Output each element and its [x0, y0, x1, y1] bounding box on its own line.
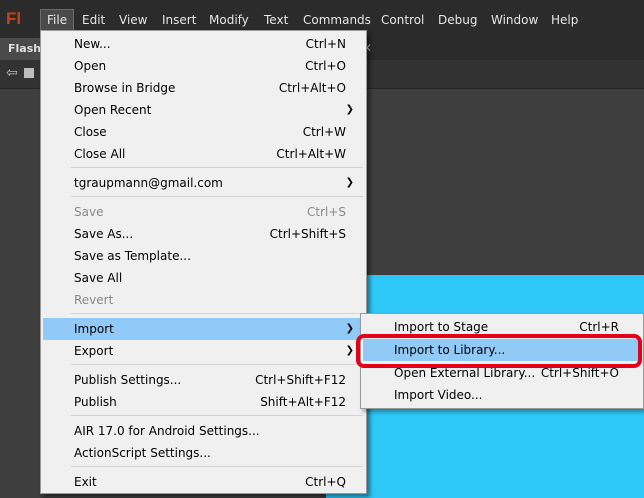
- menu-commands[interactable]: Commands: [297, 10, 377, 30]
- document-tab[interactable]: FlashV: [0, 38, 44, 60]
- menu-item-new[interactable]: New... Ctrl+N: [41, 33, 366, 55]
- menu-item-save-as[interactable]: Save As... Ctrl+Shift+S: [41, 223, 366, 245]
- menu-view[interactable]: View: [113, 10, 153, 30]
- menu-item-browse-in-bridge[interactable]: Browse in Bridge Ctrl+Alt+O: [41, 77, 366, 99]
- menu-separator: [71, 167, 363, 168]
- menu-item-label: Export: [74, 344, 114, 358]
- menu-item-save-as-template[interactable]: Save as Template...: [41, 245, 366, 267]
- menu-item-exit[interactable]: Exit Ctrl+Q: [41, 471, 366, 493]
- menu-item-import[interactable]: Import ❯: [43, 318, 364, 340]
- menu-separator: [71, 196, 363, 197]
- menu-item-label: Import to Stage: [394, 320, 489, 334]
- menu-item-label: Import: [74, 322, 114, 336]
- file-menu: New... Ctrl+N Open Ctrl+O Browse in Brid…: [40, 30, 367, 494]
- menu-item-import-to-library[interactable]: Import to Library...: [363, 339, 639, 361]
- chevron-right-icon: ❯: [345, 104, 354, 115]
- menu-window[interactable]: Window: [485, 10, 544, 30]
- back-arrow-icon[interactable]: ⇦: [6, 65, 18, 81]
- menu-separator: [71, 415, 363, 416]
- menu-item-label: Save: [74, 205, 104, 219]
- import-submenu: Import to Stage Ctrl+R Import to Library…: [360, 313, 644, 409]
- menu-item-label: Revert: [74, 293, 114, 307]
- menu-item-label: Browse in Bridge: [74, 81, 176, 95]
- menu-item-label: Open Recent: [74, 103, 152, 117]
- menu-item-revert: Revert: [41, 289, 366, 311]
- menu-item-close-all[interactable]: Close All Ctrl+Alt+W: [41, 143, 366, 165]
- chevron-right-icon: ❯: [345, 345, 354, 356]
- menu-item-label: Import Video...: [394, 388, 483, 402]
- menu-file[interactable]: File: [40, 9, 75, 31]
- menu-item-shortcut: Ctrl+Q: [305, 475, 346, 489]
- menu-item-publish[interactable]: Publish Shift+Alt+F12: [41, 391, 366, 413]
- menu-control[interactable]: Control: [375, 10, 430, 30]
- menu-item-shortcut: Ctrl+Shift+F12: [255, 373, 346, 387]
- menu-item-shortcut: Ctrl+Alt+O: [278, 81, 346, 95]
- menu-item-label: Open: [74, 59, 107, 73]
- menu-separator: [71, 364, 363, 365]
- menu-item-label: Save as Template...: [74, 249, 191, 263]
- menu-item-save-all[interactable]: Save All: [41, 267, 366, 289]
- menu-item-label: tgraupmann@gmail.com: [74, 176, 223, 190]
- menu-item-export[interactable]: Export ❯: [41, 340, 366, 362]
- chevron-right-icon: ❯: [345, 177, 354, 188]
- menu-item-account[interactable]: tgraupmann@gmail.com ❯: [41, 172, 366, 194]
- menu-item-save: Save Ctrl+S: [41, 201, 366, 223]
- menu-item-close[interactable]: Close Ctrl+W: [41, 121, 366, 143]
- menu-item-label: Close: [74, 125, 107, 139]
- flash-logo-icon: Fl: [6, 9, 22, 28]
- menu-item-label: Exit: [74, 475, 97, 489]
- menu-item-shortcut: Ctrl+O: [305, 59, 346, 73]
- menu-item-label: Import to Library...: [394, 343, 506, 357]
- menu-item-air-android-settings[interactable]: AIR 17.0 for Android Settings...: [41, 420, 366, 442]
- menu-item-shortcut: Ctrl+Shift+S: [269, 227, 346, 241]
- menu-item-shortcut: Ctrl+R: [579, 320, 619, 334]
- menu-item-label: New...: [74, 37, 111, 51]
- menu-item-open[interactable]: Open Ctrl+O: [41, 55, 366, 77]
- menu-item-actionscript-settings[interactable]: ActionScript Settings...: [41, 442, 366, 464]
- menu-debug[interactable]: Debug: [432, 10, 483, 30]
- menu-item-shortcut: Shift+Alt+F12: [260, 395, 346, 409]
- menu-item-shortcut: Ctrl+Shift+O: [540, 366, 619, 380]
- scene-icon[interactable]: [24, 68, 34, 78]
- menu-item-shortcut: Ctrl+S: [306, 205, 346, 219]
- menu-item-shortcut: Ctrl+W: [302, 125, 346, 139]
- menu-item-shortcut: Ctrl+Alt+W: [276, 147, 346, 161]
- menu-item-label: Save As...: [74, 227, 134, 241]
- menu-item-label: AIR 17.0 for Android Settings...: [74, 424, 260, 438]
- chevron-right-icon: ❯: [345, 323, 354, 334]
- menu-item-import-video[interactable]: Import Video...: [361, 384, 643, 406]
- menu-separator: [71, 313, 363, 314]
- menu-separator: [71, 466, 363, 467]
- menu-edit[interactable]: Edit: [76, 10, 111, 30]
- menu-modify[interactable]: Modify: [203, 10, 255, 30]
- menu-item-import-to-stage[interactable]: Import to Stage Ctrl+R: [361, 316, 643, 338]
- menu-item-label: Publish Settings...: [74, 373, 182, 387]
- menu-text[interactable]: Text: [258, 10, 294, 30]
- menu-item-label: ActionScript Settings...: [74, 446, 211, 460]
- menu-item-publish-settings[interactable]: Publish Settings... Ctrl+Shift+F12: [41, 369, 366, 391]
- menu-item-label: Publish: [74, 395, 117, 409]
- menu-item-label: Open External Library...: [394, 366, 536, 380]
- menu-help[interactable]: Help: [545, 10, 584, 30]
- menu-item-open-recent[interactable]: Open Recent ❯: [41, 99, 366, 121]
- menu-insert[interactable]: Insert: [156, 10, 202, 30]
- menu-item-label: Close All: [74, 147, 126, 161]
- menu-item-label: Save All: [74, 271, 123, 285]
- menu-item-shortcut: Ctrl+N: [305, 37, 346, 51]
- menu-item-open-external-library[interactable]: Open External Library... Ctrl+Shift+O: [361, 362, 643, 384]
